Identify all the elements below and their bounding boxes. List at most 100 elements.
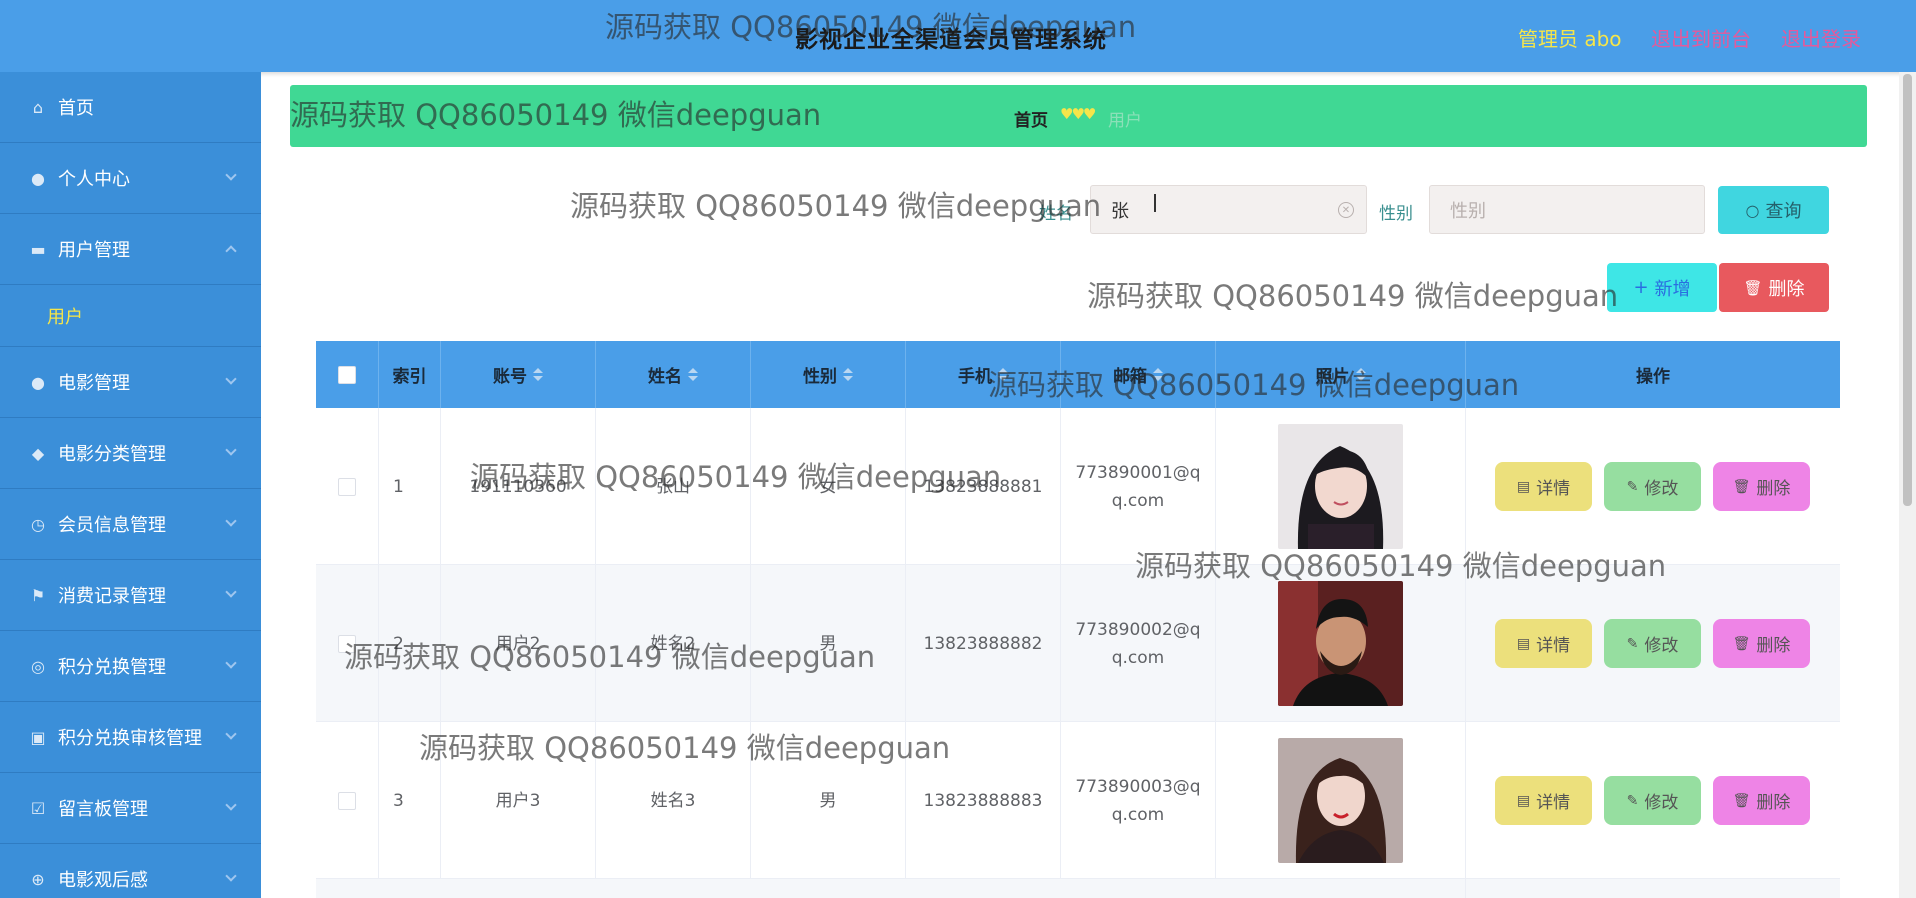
- name-label: 姓名: [1039, 204, 1073, 224]
- batch-delete-label: 删除: [1768, 278, 1805, 300]
- plus-icon: +: [1633, 277, 1649, 298]
- trash-icon: 🗑: [1732, 792, 1751, 809]
- sidebar-subitem-user[interactable]: 用户: [0, 285, 261, 347]
- edit-button[interactable]: ✎ 修改: [1604, 776, 1701, 825]
- name-search-input[interactable]: 张 ✕: [1090, 185, 1367, 234]
- detail-button[interactable]: ▤ 详情: [1495, 619, 1592, 668]
- cell-phone: 13823888881: [906, 408, 1061, 565]
- detail-label: 详情: [1536, 793, 1571, 813]
- sidebar-item-points-review[interactable]: ▣ 积分兑换审核管理: [0, 702, 261, 773]
- document-icon: ▤: [1516, 792, 1531, 809]
- breadcrumb-home[interactable]: 首页: [1014, 106, 1048, 131]
- header-photo[interactable]: 照片: [1216, 341, 1466, 408]
- delete-button[interactable]: 🗑 删除: [1713, 619, 1810, 668]
- trash-icon: 🗑: [1732, 635, 1751, 652]
- header-photo-label: 照片: [1315, 367, 1350, 387]
- email-line: q.com: [1111, 804, 1165, 825]
- sidebar-item-movie-reviews[interactable]: ⊕ 电影观后感: [0, 844, 261, 898]
- email-line: q.com: [1111, 490, 1165, 511]
- sidebar-item-label: 用户管理: [58, 240, 130, 261]
- search-icon: ○: [1745, 200, 1760, 220]
- query-button-label: 查询: [1765, 201, 1802, 222]
- gender-search-input[interactable]: 性别: [1429, 185, 1705, 234]
- sidebar-item-user-management[interactable]: ▬ 用户管理: [0, 214, 261, 285]
- delete-label: 删除: [1756, 636, 1791, 656]
- header-gender-label: 性别: [803, 367, 837, 387]
- pencil-icon: ✎: [1626, 792, 1639, 809]
- user-photo: [1278, 738, 1403, 863]
- cell-phone: 13823888883: [906, 722, 1061, 879]
- cell-account: 191110360: [441, 408, 596, 565]
- detail-button[interactable]: ▤ 详情: [1495, 776, 1592, 825]
- cell-email: 773890001@q q.com: [1061, 408, 1216, 565]
- batch-delete-button[interactable]: 🗑 删除: [1719, 263, 1829, 312]
- admin-label: 管理员 abo: [1518, 27, 1622, 51]
- header-name[interactable]: 姓名: [596, 341, 751, 408]
- exit-to-front-link[interactable]: 退出到前台: [1651, 23, 1751, 52]
- email-line: q.com: [1111, 647, 1165, 668]
- clear-icon[interactable]: ✕: [1338, 202, 1354, 218]
- chevron-down-icon: [225, 799, 237, 811]
- email-line: 773890003@q: [1075, 776, 1201, 797]
- sidebar-item-consumption[interactable]: ⚑ 消费记录管理: [0, 560, 261, 631]
- sidebar-item-home[interactable]: ⌂ 首页: [0, 72, 261, 143]
- row-checkbox[interactable]: [338, 477, 356, 496]
- cell-name: 姓名3: [596, 722, 751, 879]
- select-all-checkbox[interactable]: [338, 365, 356, 384]
- name-input-value: 张: [1111, 200, 1129, 222]
- row-checkbox[interactable]: [338, 791, 356, 810]
- delete-label: 删除: [1756, 479, 1791, 499]
- chevron-down-icon: [225, 586, 237, 598]
- chevron-down-icon: [225, 728, 237, 740]
- cell-phone: 13823888882: [906, 565, 1061, 722]
- detail-label: 详情: [1536, 479, 1571, 499]
- heart-separator-icon: ♥♥♥: [1060, 105, 1096, 123]
- user-icon: ●: [31, 372, 45, 392]
- sort-icon: [998, 367, 1008, 382]
- table-row-partial: [316, 879, 1840, 898]
- table-row: 1 191110360 张山 女 13823888881 773890001@q…: [316, 408, 1840, 565]
- row-select-cell: [316, 408, 379, 565]
- document-icon: ▤: [1516, 635, 1531, 652]
- delete-button[interactable]: 🗑 删除: [1713, 462, 1810, 511]
- cell-photo: [1216, 565, 1466, 722]
- add-button[interactable]: + 新增: [1607, 263, 1717, 312]
- camera-icon: ▣: [30, 727, 46, 747]
- delete-button[interactable]: 🗑 删除: [1713, 776, 1810, 825]
- header-phone[interactable]: 手机: [906, 341, 1061, 408]
- trash-icon: 🗑: [1732, 478, 1751, 495]
- chat-icon: ▬: [30, 239, 46, 259]
- cell-photo: [1216, 879, 1466, 898]
- sidebar-item-message-board[interactable]: ☑ 留言板管理: [0, 773, 261, 844]
- query-button[interactable]: ○ 查询: [1718, 186, 1829, 234]
- sidebar-item-label: 电影观后感: [58, 870, 148, 891]
- edit-button[interactable]: ✎ 修改: [1604, 462, 1701, 511]
- detail-label: 详情: [1536, 636, 1571, 656]
- header-gender[interactable]: 性别: [751, 341, 906, 408]
- header-email[interactable]: 邮箱: [1061, 341, 1216, 408]
- detail-button[interactable]: ▤ 详情: [1495, 462, 1592, 511]
- vertical-scrollbar[interactable]: [1899, 72, 1916, 898]
- circle-icon: ◎: [31, 656, 45, 676]
- sidebar-item-personal-center[interactable]: ● 个人中心: [0, 143, 261, 214]
- add-button-label: 新增: [1654, 278, 1691, 300]
- sort-icon: [688, 367, 698, 382]
- edit-button[interactable]: ✎ 修改: [1604, 619, 1701, 668]
- sidebar-item-label: 首页: [58, 98, 94, 119]
- gender-label: 性别: [1379, 204, 1413, 224]
- row-checkbox[interactable]: [338, 634, 356, 653]
- sidebar-item-points-exchange[interactable]: ◎ 积分兑换管理: [0, 631, 261, 702]
- header-actions: 操作: [1636, 367, 1670, 387]
- sort-icon: [1355, 367, 1366, 382]
- chevron-down-icon: [225, 444, 237, 456]
- sidebar-item-member-info[interactable]: ◷ 会员信息管理: [0, 489, 261, 560]
- logout-link[interactable]: 退出登录: [1781, 23, 1861, 52]
- sidebar-item-movie-management[interactable]: ● 电影管理: [0, 347, 261, 418]
- scrollbar-thumb[interactable]: [1903, 74, 1912, 506]
- cell-email: 773890002@q q.com: [1061, 565, 1216, 722]
- user-icon: ●: [31, 168, 45, 188]
- target-icon: ⊕: [31, 869, 45, 889]
- breadcrumb-current: 用户: [1108, 111, 1142, 131]
- header-account[interactable]: 账号: [441, 341, 596, 408]
- sidebar-item-movie-category[interactable]: ◆ 电影分类管理: [0, 418, 261, 489]
